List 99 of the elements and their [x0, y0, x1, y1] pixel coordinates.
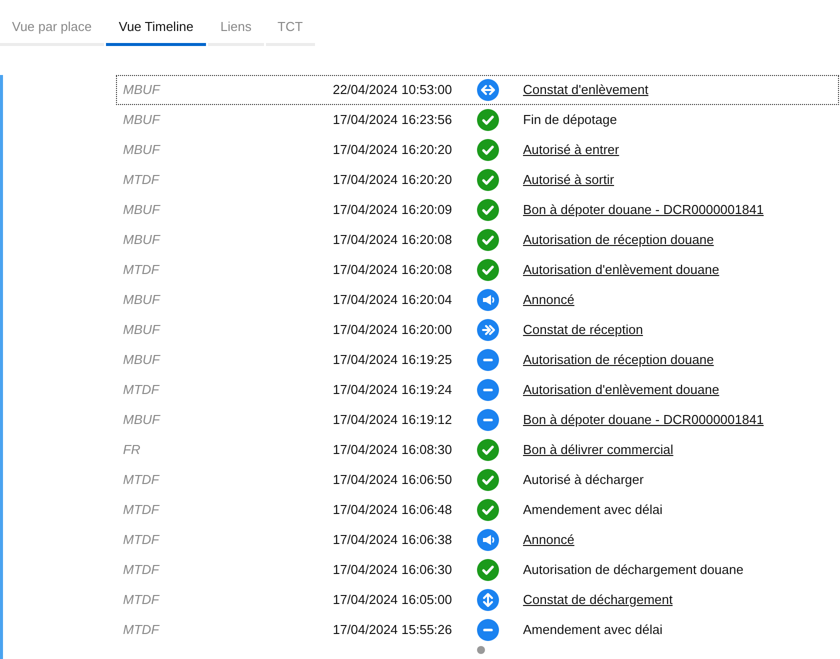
- timeline-row[interactable]: FR 17/04/2024 16:08:30 Bon à délivrer commercial: [116, 435, 839, 465]
- event-label: Fin de dépotage: [523, 111, 617, 130]
- minus-icon: [477, 409, 499, 431]
- event-link[interactable]: Autorisation d'enlèvement douane: [523, 260, 720, 280]
- event-date: 17/04/2024 16:20:00: [332, 321, 452, 340]
- event-date: 17/04/2024 16:19:25: [332, 351, 452, 370]
- tab[interactable]: Vue par place: [0, 17, 104, 46]
- timeline-row[interactable]: MTDF 17/04/2024 16:05:00 Constat de déchargement: [116, 585, 839, 615]
- timeline-row[interactable]: MBUF 22/04/2024 10:53:00 Constat d'enlèvement: [116, 75, 839, 105]
- tab[interactable]: TCT: [266, 17, 315, 46]
- check-icon: [477, 469, 499, 491]
- source-code: MBUF: [122, 201, 162, 220]
- timeline-row[interactable]: MBUF 17/04/2024 16:19:25 Autorisation de réception douane: [116, 345, 839, 375]
- event-label: Amendement avec délai: [523, 621, 662, 640]
- event-label: Autorisation de déchargement douane: [523, 561, 744, 580]
- source-code: MTDF: [122, 591, 161, 610]
- left-right-arrows-icon: [477, 79, 499, 101]
- event-link[interactable]: Bon à dépoter douane - DCR0000001841: [523, 200, 764, 220]
- event-date: 17/04/2024 16:20:08: [332, 231, 452, 250]
- check-icon: [477, 169, 499, 191]
- check-icon: [477, 439, 499, 461]
- timeline-row[interactable]: MBUF 17/04/2024 16:20:04 Annoncé: [116, 285, 839, 315]
- event-link[interactable]: Constat d'enlèvement: [523, 80, 648, 100]
- source-code: MTDF: [122, 621, 161, 640]
- event-date: 17/04/2024 16:06:38: [332, 531, 452, 550]
- event-date: 17/04/2024 16:05:00: [332, 591, 452, 610]
- source-code: MBUF: [122, 291, 162, 310]
- event-date: 17/04/2024 16:20:20: [332, 141, 452, 160]
- minus-icon: [477, 379, 499, 401]
- source-code: MTDF: [122, 471, 161, 490]
- event-link[interactable]: Constat de réception: [523, 320, 643, 340]
- source-code: MTDF: [122, 171, 161, 190]
- event-date: 17/04/2024 16:23:56: [332, 111, 452, 130]
- source-code: MTDF: [122, 261, 161, 280]
- timeline-row[interactable]: MBUF 17/04/2024 16:20:20 Autorisé à entrer: [116, 135, 839, 165]
- megaphone-icon: [477, 529, 499, 551]
- event-date: 17/04/2024 16:06:50: [332, 471, 452, 490]
- source-code: MBUF: [122, 231, 162, 250]
- timeline-row[interactable]: MBUF 17/04/2024 16:20:09 Bon à dépoter douane - DCR0000001841: [116, 195, 839, 225]
- event-link[interactable]: Constat de déchargement: [523, 590, 673, 610]
- check-icon: [477, 199, 499, 221]
- event-link[interactable]: Autorisation de réception douane: [523, 350, 714, 370]
- event-date: 17/04/2024 16:19:24: [332, 381, 452, 400]
- check-icon: [477, 259, 499, 281]
- source-code: MBUF: [122, 411, 162, 430]
- tab[interactable]: Liens: [208, 17, 264, 46]
- timeline-row[interactable]: MTDF 17/04/2024 16:06:30 Autorisation de déchargement douane: [116, 555, 839, 585]
- event-link[interactable]: Autorisé à sortir: [523, 170, 614, 190]
- megaphone-icon: [477, 289, 499, 311]
- source-code: MBUF: [122, 141, 162, 160]
- source-code: MBUF: [122, 321, 162, 340]
- check-icon: [477, 229, 499, 251]
- event-link[interactable]: Bon à dépoter douane - DCR0000001841: [523, 410, 764, 430]
- timeline-row[interactable]: MTDF 17/04/2024 15:55:26 Amendement avec délai: [116, 615, 839, 645]
- check-icon: [477, 499, 499, 521]
- check-icon: [477, 109, 499, 131]
- event-date: 17/04/2024 16:19:12: [332, 411, 452, 430]
- source-code: FR: [122, 441, 142, 460]
- timeline-row[interactable]: MTDF 17/04/2024 16:06:48 Amendement avec délai: [116, 495, 839, 525]
- event-label: Autorisé à décharger: [523, 471, 644, 490]
- source-code: MBUF: [122, 111, 162, 130]
- event-link[interactable]: Bon à délivrer commercial: [523, 440, 674, 460]
- event-date: 17/04/2024 16:20:20: [332, 171, 452, 190]
- event-link[interactable]: Autorisé à entrer: [523, 140, 620, 160]
- event-link[interactable]: Autorisation de réception douane: [523, 230, 714, 250]
- source-code: MTDF: [122, 561, 161, 580]
- timeline-row[interactable]: MBUF 17/04/2024 16:19:12 Bon à dépoter douane - DCR0000001841: [116, 405, 839, 435]
- up-down-arrows-icon: [477, 589, 499, 611]
- event-date: 17/04/2024 16:06:30: [332, 561, 452, 580]
- event-date: 17/04/2024 16:06:48: [332, 501, 452, 520]
- timeline-row[interactable]: MTDF 17/04/2024 16:19:24 Autorisation d'enlèvement douane: [116, 375, 839, 405]
- event-label: Amendement avec délai: [523, 501, 662, 520]
- timeline-row[interactable]: MTDF 17/04/2024 16:20:20 Autorisé à sortir: [116, 165, 839, 195]
- timeline-row[interactable]: MTDF 17/04/2024 16:06:50 Autorisé à décharger: [116, 465, 839, 495]
- event-date: 17/04/2024 16:20:08: [332, 261, 452, 280]
- event-link[interactable]: Annoncé: [523, 530, 574, 550]
- tab[interactable]: Vue Timeline: [106, 17, 206, 46]
- source-code: MBUF: [122, 81, 162, 100]
- timeline-row[interactable]: MTDF 17/04/2024 16:20:08 Autorisation d'enlèvement douane: [116, 255, 839, 285]
- event-date: 17/04/2024 16:20:04: [332, 291, 452, 310]
- source-code: MBUF: [122, 351, 162, 370]
- source-code: MTDF: [122, 381, 161, 400]
- event-date: 17/04/2024 15:55:26: [332, 621, 452, 640]
- minus-icon: [477, 619, 499, 641]
- event-link[interactable]: Annoncé: [523, 290, 574, 310]
- event-date: 17/04/2024 16:08:30: [332, 441, 452, 460]
- event-date: 17/04/2024 16:20:09: [332, 201, 452, 220]
- timeline-row[interactable]: MBUF 17/04/2024 16:20:00 Constat de réception: [116, 315, 839, 345]
- minus-icon: [477, 349, 499, 371]
- source-code: MTDF: [122, 531, 161, 550]
- double-chevron-icon: [477, 319, 499, 341]
- check-icon: [477, 139, 499, 161]
- check-icon: [477, 559, 499, 581]
- timeline-row[interactable]: MBUF 17/04/2024 16:23:56 Fin de dépotage: [116, 105, 839, 135]
- event-link[interactable]: Autorisation d'enlèvement douane: [523, 380, 720, 400]
- timeline-row[interactable]: MTDF 17/04/2024 16:06:38 Annoncé: [116, 525, 839, 555]
- event-date: 22/04/2024 10:53:00: [332, 81, 452, 100]
- source-code: MTDF: [122, 501, 161, 520]
- timeline-row[interactable]: MBUF 17/04/2024 16:20:08 Autorisation de réception douane: [116, 225, 839, 255]
